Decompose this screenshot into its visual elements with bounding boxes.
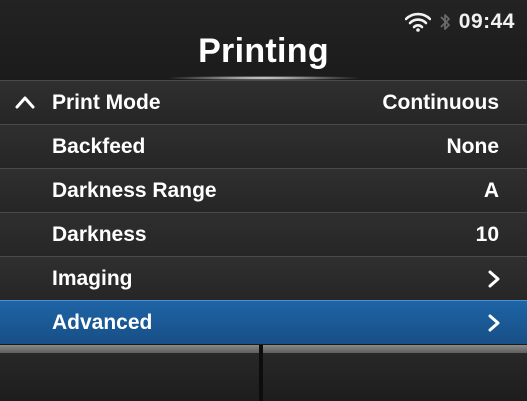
chevron-up-icon[interactable] (14, 94, 36, 110)
right-soft-key[interactable] (263, 345, 527, 401)
left-soft-key[interactable] (0, 345, 259, 401)
menu-item-value: A (483, 178, 499, 202)
menu-item-label: Backfeed (52, 134, 146, 158)
soft-key-bar (0, 345, 527, 401)
menu-item-label: Print Mode (52, 90, 161, 114)
chevron-right-icon (488, 314, 500, 332)
menu-item-darkness[interactable]: Darkness 10 (0, 212, 527, 256)
menu-item-label: Advanced (52, 310, 153, 334)
menu-item-advanced[interactable]: Advanced (0, 300, 527, 344)
menu-item-print-mode[interactable]: Print Mode Continuous (0, 80, 527, 124)
chevron-right-icon (488, 270, 500, 288)
menu-item-value: 10 (475, 222, 499, 246)
page-title: Printing (198, 32, 329, 70)
menu-item-label: Darkness (52, 222, 147, 246)
settings-menu: Print Mode Continuous Backfeed None Dark… (0, 80, 527, 344)
menu-item-darkness-range[interactable]: Darkness Range A (0, 168, 527, 212)
wifi-icon (404, 12, 431, 32)
header: 09:44 Printing (0, 0, 527, 80)
soft-key-indicator (263, 345, 527, 353)
clock: 09:44 (458, 10, 515, 33)
bluetooth-icon (440, 14, 450, 30)
menu-item-label: Darkness Range (52, 178, 217, 202)
soft-key-indicator (0, 345, 259, 353)
menu-item-backfeed[interactable]: Backfeed None (0, 124, 527, 168)
menu-item-value: None (446, 134, 500, 158)
printer-display: 09:44 Printing Print Mode Continuous Bac… (0, 0, 527, 401)
menu-item-value: Continuous (382, 90, 499, 114)
menu-item-label: Imaging (52, 266, 133, 290)
menu-item-imaging[interactable]: Imaging (0, 256, 527, 300)
